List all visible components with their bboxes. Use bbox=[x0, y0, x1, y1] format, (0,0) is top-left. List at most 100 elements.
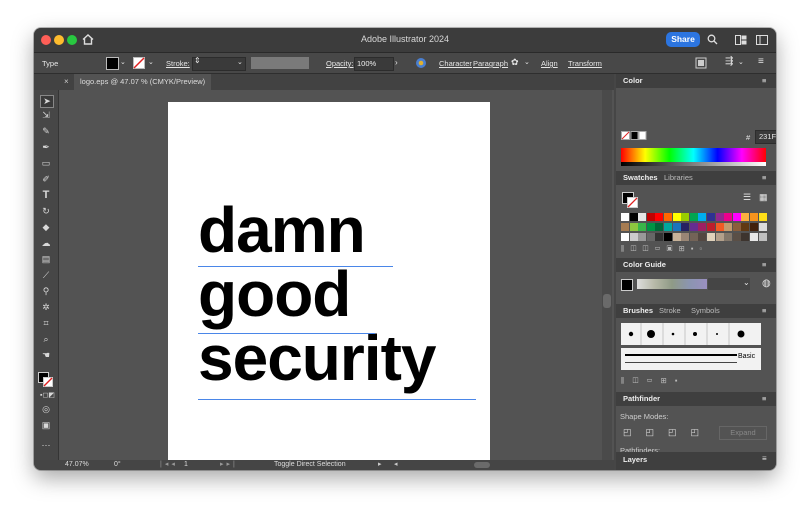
swatch[interactable] bbox=[638, 233, 647, 241]
eraser-tool-icon[interactable]: ◆ bbox=[40, 222, 52, 233]
swatch[interactable] bbox=[629, 233, 638, 241]
stroke-none-swatch[interactable] bbox=[133, 57, 145, 69]
rotation-value[interactable]: 0° bbox=[114, 460, 121, 470]
swatch[interactable] bbox=[758, 233, 767, 241]
swatch[interactable] bbox=[621, 223, 629, 231]
rectangle-tool-icon[interactable]: ▭ bbox=[40, 158, 52, 169]
swatch[interactable] bbox=[681, 233, 690, 241]
gradient-tool-icon[interactable]: ▤ bbox=[40, 254, 52, 265]
canvas-area[interactable]: damn good security bbox=[59, 90, 602, 460]
blend-tool-icon[interactable]: ⚲ bbox=[40, 286, 52, 297]
paintbrush-tool-icon[interactable]: ✐ bbox=[40, 174, 52, 185]
zoom-tool-icon[interactable]: ⌕ bbox=[40, 334, 52, 345]
document-tab[interactable]: logo.eps @ 47.07 % (CMYK/Preview) bbox=[74, 74, 212, 90]
isolate-group-icon[interactable] bbox=[695, 57, 707, 69]
warp-tool-icon[interactable]: ☁ bbox=[40, 238, 52, 249]
panel-menu-icon[interactable]: ≡ bbox=[762, 392, 766, 406]
artwork-line-2[interactable]: good bbox=[198, 262, 351, 326]
magic-wand-tool-icon[interactable]: ✎ bbox=[40, 126, 52, 137]
swatch[interactable] bbox=[655, 213, 664, 221]
character-link[interactable]: Character bbox=[439, 59, 472, 68]
swatch[interactable] bbox=[672, 213, 681, 221]
swatch[interactable] bbox=[698, 223, 707, 231]
harmony-colors[interactable] bbox=[637, 279, 707, 289]
chevron-right-icon[interactable]: ▸ bbox=[378, 460, 382, 470]
swatch[interactable] bbox=[707, 223, 715, 231]
swatch[interactable] bbox=[672, 233, 681, 241]
artwork-line-1[interactable]: damn bbox=[198, 198, 366, 262]
chevron-down-icon[interactable]: ⌄ bbox=[524, 58, 530, 66]
swatch[interactable] bbox=[664, 233, 672, 241]
swatch[interactable] bbox=[681, 213, 690, 221]
artboard[interactable]: damn good security bbox=[168, 102, 490, 460]
brush-basic-row[interactable]: Basic bbox=[621, 348, 761, 370]
scroll-thumb[interactable] bbox=[603, 294, 611, 308]
swatch[interactable] bbox=[646, 213, 655, 221]
drawing-modes-icon[interactable]: ◎ bbox=[40, 404, 52, 415]
base-color-swatch[interactable] bbox=[621, 279, 633, 291]
pathfinder-title[interactable]: Pathfinder bbox=[623, 392, 660, 406]
swatch[interactable] bbox=[689, 223, 698, 231]
symbol-sprayer-tool-icon[interactable]: ✲ bbox=[40, 302, 52, 313]
brush-footer-icons[interactable]: ⫼◫▭⊞▪ bbox=[621, 376, 685, 386]
arrange-documents-icon[interactable] bbox=[735, 35, 747, 45]
swatch[interactable] bbox=[724, 233, 733, 241]
align-link[interactable]: Align bbox=[541, 59, 558, 68]
list-view-icon[interactable]: ☰ bbox=[743, 192, 751, 203]
screen-mode-icon[interactable]: ▣ bbox=[40, 420, 52, 431]
chevron-left-icon[interactable]: ◂ bbox=[394, 460, 398, 470]
eyedropper-tool-icon[interactable]: ⟋ bbox=[40, 270, 52, 281]
swatch-grid[interactable] bbox=[621, 213, 771, 243]
swatch[interactable] bbox=[758, 223, 767, 231]
swatch[interactable] bbox=[681, 223, 690, 231]
open-type-icon[interactable]: ✿ bbox=[511, 57, 519, 68]
chevron-right-icon[interactable]: › bbox=[395, 58, 398, 67]
grid-view-icon[interactable]: ▦ bbox=[759, 192, 768, 203]
swatch[interactable] bbox=[689, 213, 698, 221]
swatch[interactable] bbox=[655, 223, 664, 231]
panel-menu-icon[interactable]: ≡ bbox=[762, 258, 766, 272]
expand-button[interactable]: Expand bbox=[719, 426, 767, 440]
swatch[interactable] bbox=[664, 223, 672, 231]
opacity-label[interactable]: Opacity: bbox=[326, 59, 354, 68]
share-button[interactable]: Share bbox=[666, 32, 700, 47]
artwork-line-3[interactable]: security bbox=[198, 326, 436, 390]
layers-title[interactable]: Layers bbox=[623, 455, 647, 464]
swatch[interactable] bbox=[621, 213, 629, 221]
chevron-down-icon[interactable]: ⌄ bbox=[120, 58, 126, 66]
color-panel-title[interactable]: Color bbox=[623, 74, 643, 88]
hand-tool-icon[interactable]: ☚ bbox=[40, 350, 52, 361]
artboard-tool-icon[interactable]: ⌗ bbox=[40, 318, 52, 329]
tab-symbols[interactable]: Symbols bbox=[691, 304, 720, 318]
direct-selection-tool-icon[interactable]: ⇲ bbox=[40, 110, 52, 121]
swatch[interactable] bbox=[646, 223, 655, 231]
search-icon[interactable] bbox=[707, 34, 718, 45]
swatch[interactable] bbox=[655, 233, 664, 241]
swatch[interactable] bbox=[750, 233, 758, 241]
swatch[interactable] bbox=[707, 213, 715, 221]
swatch[interactable] bbox=[707, 233, 715, 241]
recolor-artwork-icon[interactable] bbox=[415, 57, 427, 69]
color-guide-title[interactable]: Color Guide bbox=[623, 258, 666, 272]
pen-tool-icon[interactable]: ✒ bbox=[40, 142, 52, 153]
swatch[interactable] bbox=[758, 213, 767, 221]
swatch[interactable] bbox=[715, 213, 724, 221]
panel-menu-icon[interactable]: ≡ bbox=[758, 56, 764, 67]
text-align-icon[interactable]: ⇶ bbox=[725, 56, 733, 67]
swatch[interactable] bbox=[724, 223, 733, 231]
swatch[interactable] bbox=[724, 213, 733, 221]
color-spectrum[interactable] bbox=[621, 148, 766, 162]
edit-colors-icon[interactable]: ◍ bbox=[762, 278, 771, 289]
fill-swatch[interactable] bbox=[106, 57, 119, 70]
swatch[interactable] bbox=[689, 233, 698, 241]
type-tool-icon[interactable]: T bbox=[40, 190, 52, 201]
swatch[interactable] bbox=[638, 223, 647, 231]
horizontal-scroll-thumb[interactable] bbox=[474, 462, 490, 468]
close-tab-icon[interactable]: × bbox=[64, 77, 69, 86]
swatch[interactable] bbox=[732, 223, 741, 231]
swatch[interactable] bbox=[629, 213, 638, 221]
swatch[interactable] bbox=[750, 223, 758, 231]
swatch[interactable] bbox=[715, 223, 724, 231]
hex-value-field[interactable]: 231F20 bbox=[755, 130, 776, 144]
zoom-level[interactable]: 47.07% bbox=[65, 460, 89, 470]
